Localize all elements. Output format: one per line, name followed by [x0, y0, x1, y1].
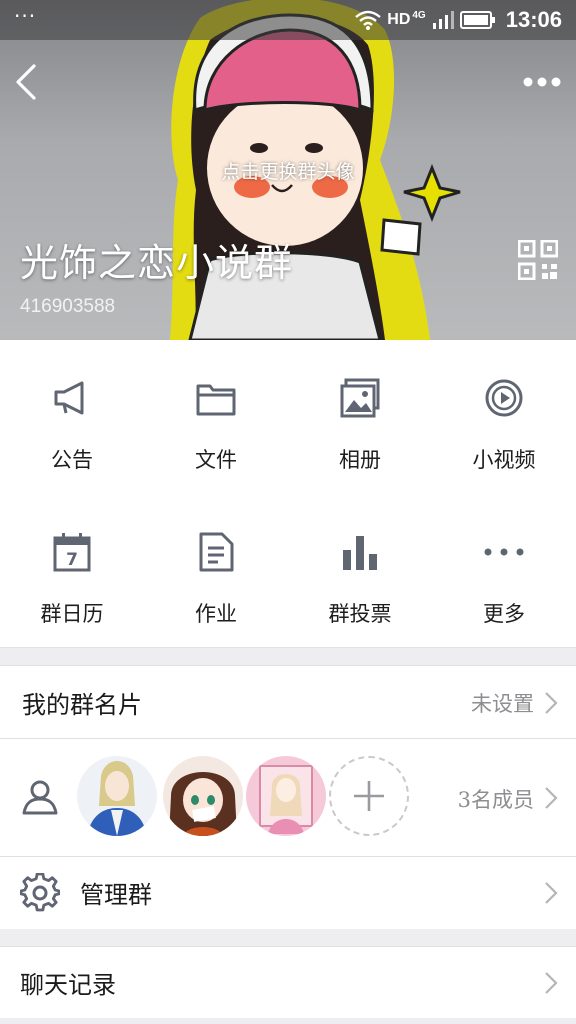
feature-label: 作业	[195, 602, 237, 626]
member-count: 3名成员	[457, 788, 534, 812]
megaphone-icon	[54, 381, 84, 415]
network-label: HD	[387, 11, 411, 28]
feature-label: 群投票	[328, 602, 392, 626]
group-id: 416903588	[20, 296, 116, 317]
feature-label: 文件	[195, 448, 237, 472]
feature-short-video[interactable]: 小视频	[432, 340, 576, 494]
manage-group-label: 管理群	[80, 881, 152, 909]
change-avatar-hint[interactable]: 点击更换群头像	[0, 157, 576, 184]
chat-history-label: 聊天记录	[20, 971, 116, 999]
my-group-card-label: 我的群名片	[22, 691, 142, 719]
network-gen: 4G	[412, 9, 426, 21]
feature-more[interactable]: 更多	[432, 494, 576, 648]
back-icon[interactable]	[10, 60, 42, 104]
my-group-card-value: 未设置	[471, 692, 534, 716]
more-options-icon[interactable]	[522, 70, 562, 94]
group-header: ··· HD 4G 13:06 点击更换群头像 光饰之恋小说群 41690358…	[0, 0, 576, 340]
feature-calendar[interactable]: 7 群日历	[0, 494, 144, 648]
member-avatar-image	[77, 756, 157, 836]
feature-label: 小视频	[472, 448, 536, 472]
member-avatar[interactable]	[246, 756, 326, 836]
signal-icon	[432, 11, 454, 29]
manage-group-row[interactable]: 管理群	[0, 857, 576, 929]
calendar-day: 7	[66, 550, 78, 570]
my-group-card-row[interactable]: 我的群名片 未设置	[0, 665, 576, 738]
members-row[interactable]: 3名成员	[0, 739, 576, 856]
feature-album[interactable]: 相册	[288, 340, 432, 494]
battery-icon	[459, 11, 495, 29]
chat-history-row[interactable]: 聊天记录	[0, 946, 576, 1018]
folder-icon	[196, 384, 236, 416]
video-play-icon	[485, 379, 523, 417]
member-avatar[interactable]	[77, 756, 157, 836]
chevron-right-icon	[545, 882, 558, 904]
feature-label: 相册	[339, 448, 381, 472]
member-avatar-image	[246, 756, 326, 836]
member-avatar-image	[163, 756, 243, 836]
qr-code-icon[interactable]	[518, 240, 558, 280]
member-avatar[interactable]	[163, 756, 243, 836]
feature-grid: 公告 文件 相册 小视频 7 群日历 作业 群投票 更多	[0, 340, 576, 648]
notification-dots: ···	[14, 4, 37, 28]
feature-announcement[interactable]: 公告	[0, 340, 144, 494]
add-member-button[interactable]	[329, 756, 409, 836]
feature-homework[interactable]: 作业	[144, 494, 288, 648]
bar-chart-icon	[343, 536, 377, 570]
group-name: 光饰之恋小说群	[20, 241, 294, 285]
status-bar: ··· HD 4G 13:06	[0, 0, 576, 40]
feature-files[interactable]: 文件	[144, 340, 288, 494]
chevron-right-icon	[545, 787, 558, 809]
feature-label: 群日历	[40, 602, 104, 626]
plus-icon	[354, 781, 384, 811]
members-icon	[22, 780, 58, 815]
photo-album-icon	[340, 378, 380, 418]
feature-vote[interactable]: 群投票	[288, 494, 432, 648]
gear-icon	[20, 873, 60, 912]
chevron-right-icon	[545, 692, 558, 714]
document-icon	[199, 532, 234, 572]
feature-label: 更多	[483, 602, 525, 626]
more-icon	[484, 548, 524, 556]
clock: 13:06	[505, 7, 562, 32]
status-indicators: HD 4G 13:06	[355, 7, 562, 33]
wifi-icon	[355, 10, 382, 30]
chevron-right-icon	[545, 972, 558, 994]
calendar-icon: 7	[53, 533, 91, 572]
feature-label: 公告	[51, 448, 93, 472]
